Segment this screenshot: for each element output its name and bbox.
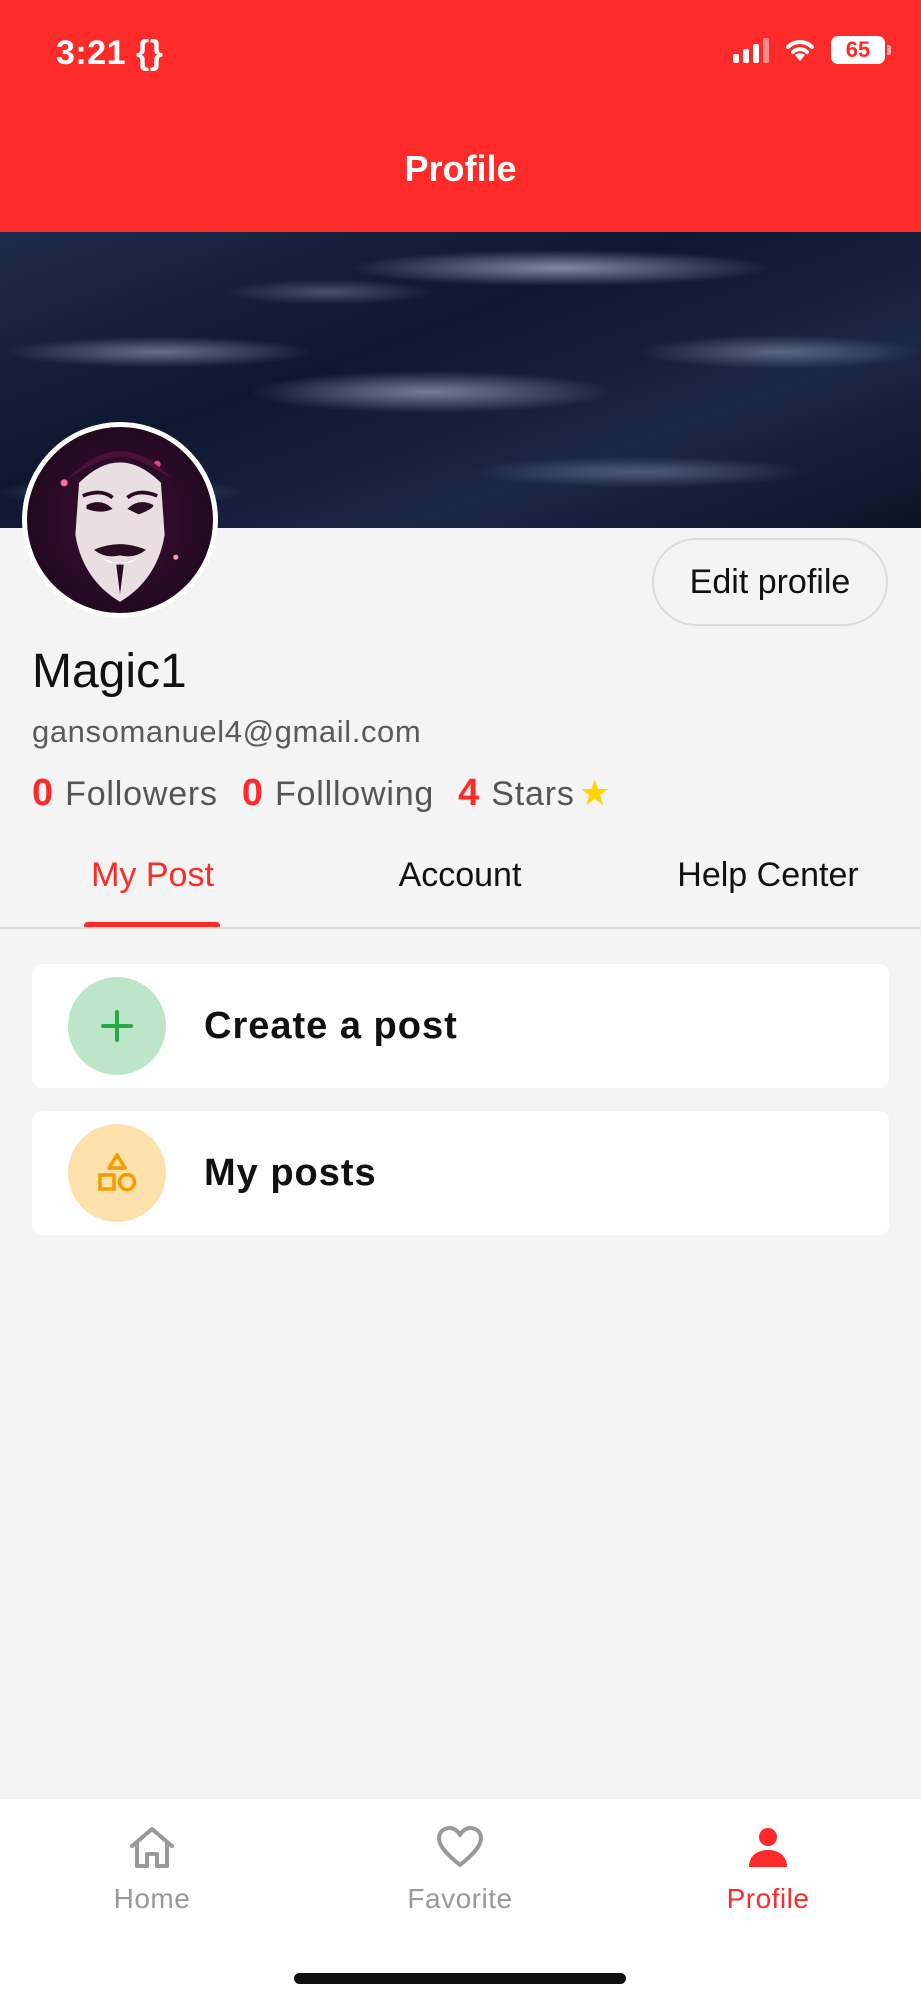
tab-help-center[interactable]: Help Center <box>615 820 921 930</box>
profile-email: gansomanuel4@gmail.com <box>32 714 422 749</box>
wifi-icon <box>786 40 814 61</box>
following-count: 0 <box>241 772 263 814</box>
nav-favorite-label: Favorite <box>407 1883 513 1914</box>
mask-avatar-image <box>67 451 173 602</box>
person-icon <box>668 1819 868 1875</box>
stars-stat[interactable]: 4 Stars ★ <box>458 772 611 815</box>
profile-stats: 0 Followers 0 Folllowing 4 Stars ★ <box>32 772 635 815</box>
star-icon: ★ <box>578 772 611 813</box>
followers-count: 0 <box>32 772 54 814</box>
heart-icon <box>360 1819 560 1875</box>
bottom-navigation: Home Favorite Profile <box>0 1798 921 2000</box>
nav-profile-label: Profile <box>726 1883 810 1914</box>
following-label: Folllowing <box>274 775 435 813</box>
status-icons: 65 <box>733 36 891 64</box>
stars-label: Stars <box>491 775 575 813</box>
edit-profile-button[interactable]: Edit profile <box>652 538 888 626</box>
tab-account[interactable]: Account <box>305 820 615 930</box>
page-title: Profile <box>404 148 517 189</box>
profile-screen: 3:21 {} 65 Profile Edit profile Magic1 g… <box>0 0 921 2000</box>
nav-favorite[interactable]: Favorite <box>360 1819 560 1915</box>
shapes-icon <box>68 1124 166 1222</box>
profile-tabs: My Post Account Help Center <box>0 820 921 930</box>
home-indicator[interactable] <box>294 1973 626 1984</box>
nav-profile[interactable]: Profile <box>668 1819 868 1915</box>
followers-stat[interactable]: 0 Followers <box>32 772 218 815</box>
plus-icon <box>68 977 166 1075</box>
nav-home-label: Home <box>113 1883 191 1914</box>
create-post-label: Create a post <box>204 1004 458 1047</box>
cellular-signal-icon <box>733 37 769 63</box>
home-icon <box>52 1819 252 1875</box>
my-posts-label: My posts <box>204 1151 377 1194</box>
followers-label: Followers <box>65 775 218 813</box>
status-time: 3:21 {} <box>56 34 164 72</box>
stars-count: 4 <box>458 772 480 814</box>
battery-icon: 65 <box>831 36 891 64</box>
tab-my-post[interactable]: My Post <box>0 820 305 930</box>
tabs-divider <box>0 927 921 929</box>
following-stat[interactable]: 0 Folllowing <box>242 772 434 815</box>
nav-home[interactable]: Home <box>52 1819 252 1915</box>
profile-name: Magic1 <box>32 645 187 698</box>
my-posts-card[interactable]: My posts <box>32 1111 889 1235</box>
avatar[interactable] <box>22 422 218 618</box>
create-post-card[interactable]: Create a post <box>32 964 889 1088</box>
app-header: 3:21 {} 65 Profile <box>0 0 921 232</box>
